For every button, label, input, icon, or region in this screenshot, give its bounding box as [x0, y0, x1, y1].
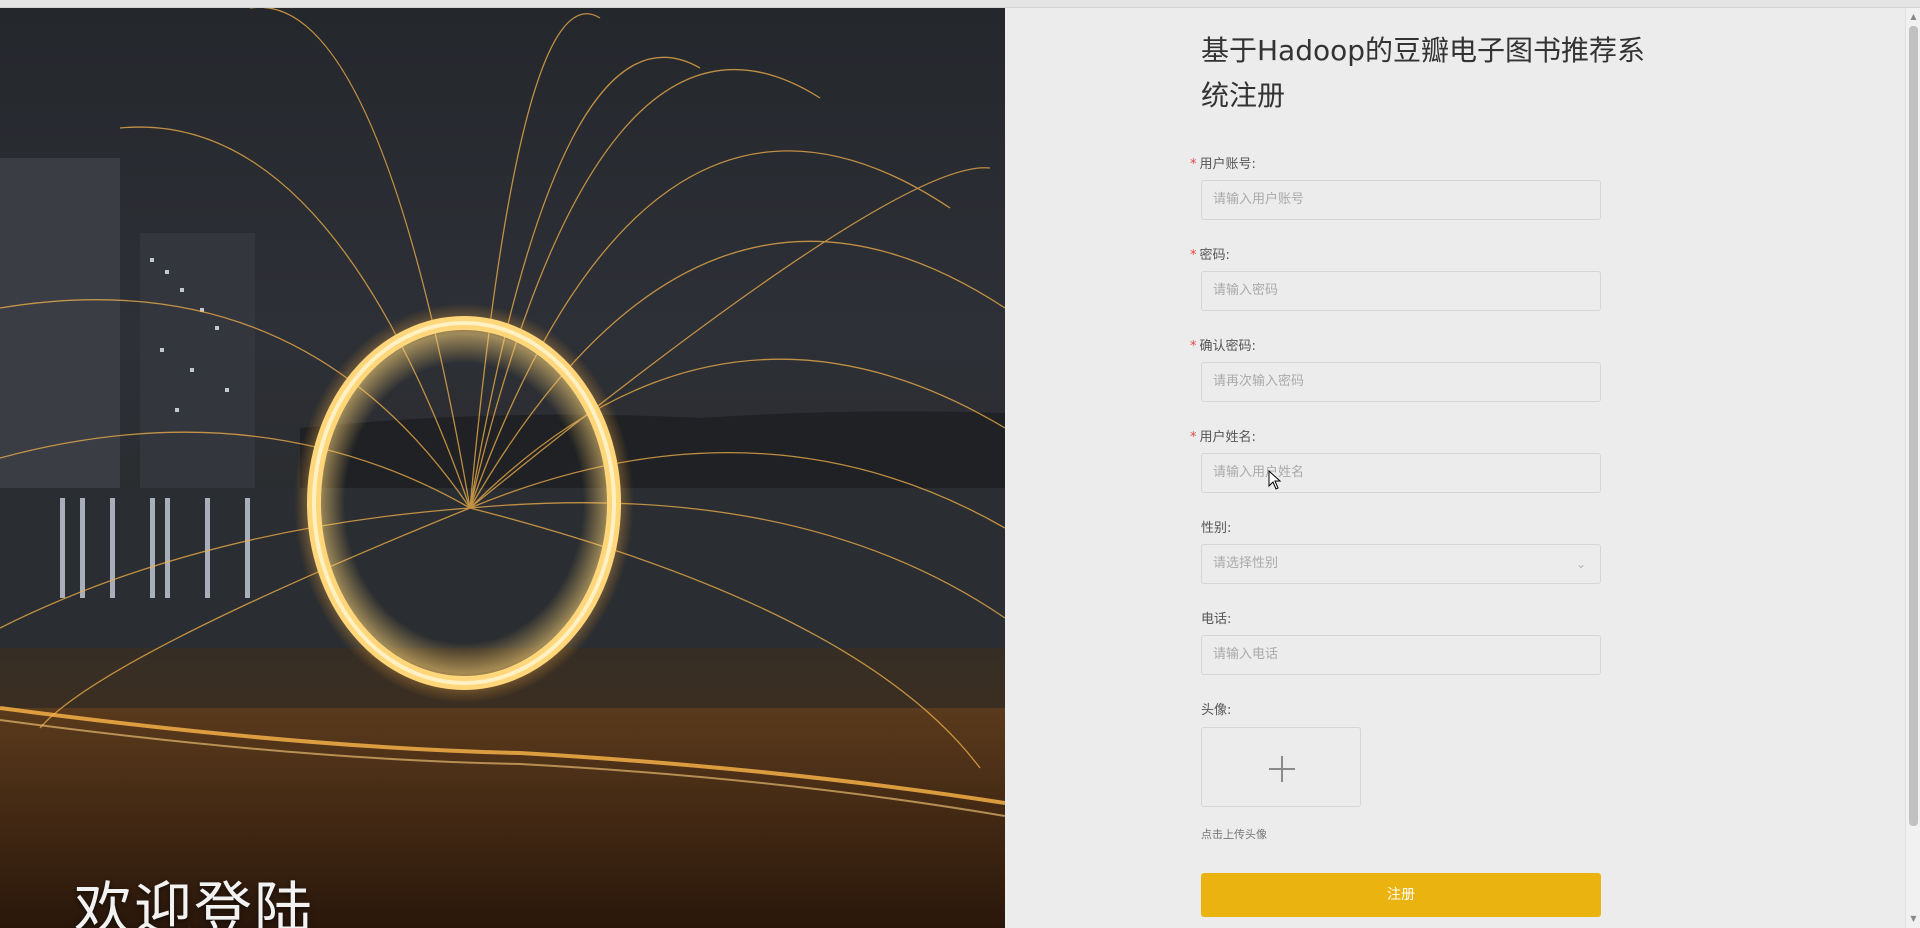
- username-label: * 用户姓名:: [1190, 430, 1256, 445]
- phone-input[interactable]: 请输入电话: [1201, 635, 1601, 675]
- hero-image: 欢迎登陆: [0, 8, 1005, 928]
- confirm-password-label: * 确认密码:: [1190, 339, 1256, 354]
- phone-label: 电话:: [1201, 612, 1232, 627]
- page-scrollbar[interactable]: ▲ ▼: [1905, 8, 1920, 928]
- scroll-thumb[interactable]: [1909, 26, 1918, 826]
- chevron-down-icon: ⌄: [1575, 557, 1586, 571]
- steel-wool-photo: [0, 8, 1005, 928]
- browser-top-strip: [0, 0, 1920, 8]
- register-button[interactable]: 注册: [1201, 873, 1601, 917]
- password-input[interactable]: 请输入密码: [1201, 271, 1601, 311]
- confirm-password-input[interactable]: 请再次输入密码: [1201, 362, 1601, 402]
- scroll-up-icon[interactable]: ▲: [1909, 12, 1918, 22]
- scroll-down-icon[interactable]: ▼: [1909, 914, 1918, 924]
- account-label: * 用户账号:: [1190, 157, 1256, 172]
- avatar-label: 头像:: [1201, 703, 1232, 718]
- required-mark: *: [1190, 430, 1197, 445]
- required-mark: *: [1190, 157, 1197, 172]
- gender-select[interactable]: 请选择性别 ⌄: [1201, 544, 1601, 584]
- required-mark: *: [1190, 248, 1197, 263]
- avatar-hint: 点击上传头像: [1201, 828, 1267, 841]
- welcome-title: 欢迎登陆: [74, 875, 315, 928]
- account-input[interactable]: 请输入用户账号: [1201, 180, 1601, 220]
- required-mark: *: [1190, 339, 1197, 354]
- gender-label: 性别:: [1201, 521, 1232, 536]
- username-input[interactable]: 请输入用户姓名: [1201, 453, 1601, 493]
- password-label: * 密码:: [1190, 248, 1230, 263]
- page-title: 基于Hadoop的豆瓣电子图书推荐系统注册: [1201, 34, 1646, 112]
- avatar-upload[interactable]: [1201, 727, 1361, 807]
